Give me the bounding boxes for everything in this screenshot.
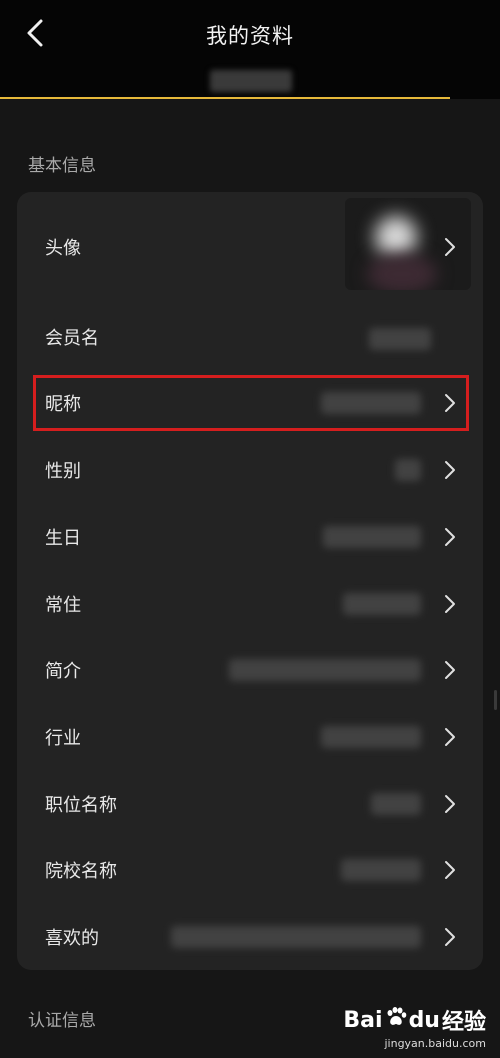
blurred-value xyxy=(371,793,421,815)
blurred-tab xyxy=(210,70,292,92)
blurred-value xyxy=(171,926,421,948)
row-school[interactable]: 院校名称 xyxy=(17,845,483,895)
blurred-value xyxy=(395,459,421,481)
row-industry[interactable]: 行业 xyxy=(17,712,483,762)
chevron-right-icon xyxy=(443,594,457,614)
row-label: 简介 xyxy=(45,661,81,682)
chevron-right-icon xyxy=(443,527,457,547)
basic-info-card: 头像 会员名 昵称 性别 生日 常住 简介 行业 职位名称 院校名称 喜欢的 xyxy=(17,192,483,970)
row-likes[interactable]: 喜欢的 xyxy=(17,912,483,962)
top-bar: 我的资料 xyxy=(0,0,500,99)
scrollbar[interactable] xyxy=(494,690,497,710)
watermark-url: jingyan.baidu.com xyxy=(384,1037,486,1050)
baidu-jingyan-watermark: Bai du 经验 jingyan.baidu.com xyxy=(343,1004,486,1050)
blurred-value xyxy=(321,726,421,748)
chevron-right-icon xyxy=(443,794,457,814)
chevron-right-icon xyxy=(443,660,457,680)
watermark-logo: Bai du 经验 xyxy=(343,1006,486,1035)
blurred-value xyxy=(229,659,421,681)
row-bio[interactable]: 简介 xyxy=(17,645,483,695)
chevron-right-icon xyxy=(443,860,457,880)
row-residence[interactable]: 常住 xyxy=(17,579,483,629)
row-label: 生日 xyxy=(45,528,81,549)
highlight-box xyxy=(33,375,469,431)
row-label: 喜欢的 xyxy=(45,928,99,949)
active-tab-underline xyxy=(0,97,450,99)
blurred-value xyxy=(341,859,421,881)
chevron-right-icon xyxy=(443,460,457,480)
row-label: 行业 xyxy=(45,728,81,749)
section-title-verify: 认证信息 xyxy=(28,1011,96,1031)
page-title: 我的资料 xyxy=(206,24,294,48)
row-label: 会员名 xyxy=(45,328,99,349)
row-label: 头像 xyxy=(45,238,81,259)
blurred-value xyxy=(323,526,421,548)
row-label: 院校名称 xyxy=(45,861,117,882)
row-job-title[interactable]: 职位名称 xyxy=(17,779,483,829)
section-title-basic: 基本信息 xyxy=(28,156,96,176)
chevron-right-icon xyxy=(443,927,457,947)
row-avatar[interactable]: 头像 xyxy=(17,192,483,302)
row-label: 性别 xyxy=(45,461,81,482)
chevron-right-icon xyxy=(443,237,457,257)
row-label: 职位名称 xyxy=(45,795,117,816)
row-member-name: 会员名 xyxy=(17,312,483,362)
row-label: 常住 xyxy=(45,595,81,616)
paw-icon xyxy=(385,1006,407,1034)
chevron-right-icon xyxy=(443,727,457,747)
blurred-value xyxy=(369,328,431,350)
blurred-value xyxy=(343,593,421,615)
row-gender[interactable]: 性别 xyxy=(17,445,483,495)
row-birthday[interactable]: 生日 xyxy=(17,512,483,562)
